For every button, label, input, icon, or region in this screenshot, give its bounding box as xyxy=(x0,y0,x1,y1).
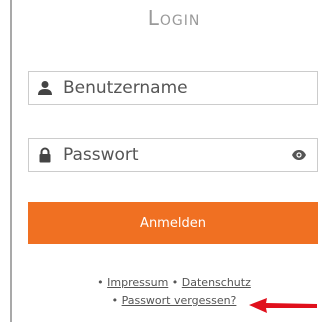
user-icon xyxy=(38,81,52,95)
footer-links-row1: • Impressum • Datenschutz xyxy=(0,276,320,289)
bullet-separator: • xyxy=(111,294,119,307)
eye-icon[interactable] xyxy=(291,149,307,161)
password-input[interactable] xyxy=(63,141,293,169)
lock-icon xyxy=(39,147,51,163)
datenschutz-link[interactable]: Datenschutz xyxy=(182,276,251,289)
impressum-link[interactable]: Impressum xyxy=(107,276,168,289)
bullet-separator: • xyxy=(171,276,179,289)
username-field[interactable] xyxy=(28,71,318,105)
panel-left-border xyxy=(10,0,12,322)
password-field[interactable] xyxy=(28,138,318,172)
bullet-separator: • xyxy=(97,276,104,289)
login-title: Login xyxy=(147,6,201,30)
red-arrow-icon xyxy=(249,298,317,313)
username-input[interactable] xyxy=(63,74,293,102)
login-button[interactable]: Anmelden xyxy=(28,202,318,244)
forgot-password-link[interactable]: Passwort vergessen? xyxy=(122,294,237,307)
